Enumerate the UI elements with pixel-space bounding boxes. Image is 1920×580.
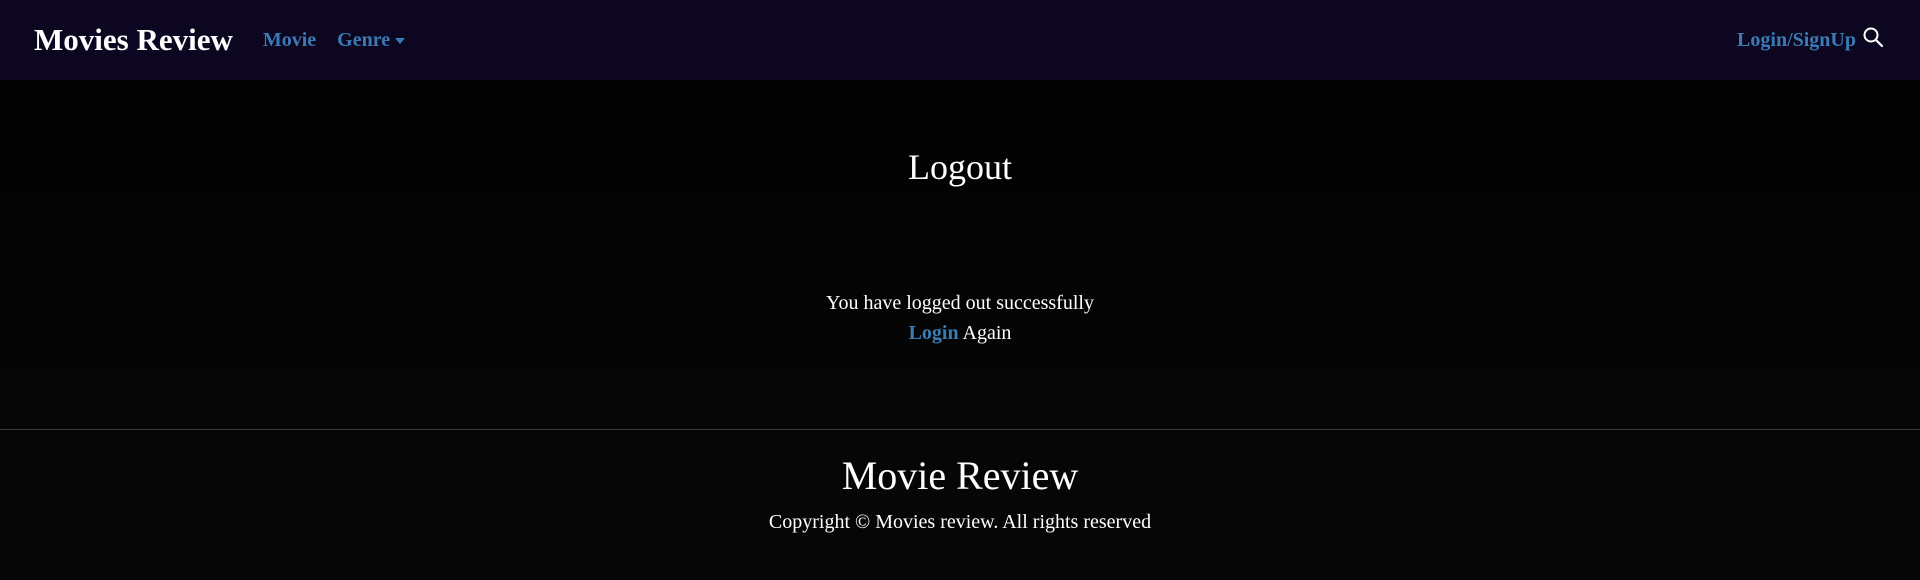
page-title: Logout: [908, 147, 1012, 187]
logout-message: You have logged out successfully: [826, 292, 1094, 314]
search-button[interactable]: [1860, 24, 1886, 50]
footer-title: Movie Review: [841, 453, 1079, 498]
login-again-link[interactable]: Login: [909, 322, 959, 344]
navbar: Movies Review Movie Genre Login/SignUp: [0, 0, 1920, 80]
nav-movie-link[interactable]: Movie: [263, 29, 316, 52]
caret-down-icon: [395, 38, 406, 44]
again-text: Again: [958, 322, 1012, 344]
search-icon: [1863, 27, 1884, 48]
genre-dropdown[interactable]: Genre: [337, 28, 406, 52]
login-signup-link[interactable]: Login/SignUp: [1737, 29, 1856, 52]
copyright-text: Copyright © Movies review. All rights re…: [768, 511, 1152, 533]
brand-logo[interactable]: Movies Review: [34, 22, 233, 58]
genre-dropdown-label: Genre: [337, 28, 391, 51]
login-again-line: Login Again: [0, 322, 1920, 345]
main-content: Logout You have logged out successfully …: [0, 80, 1920, 429]
footer: Movie Review Copyright © Movies review. …: [0, 430, 1920, 580]
